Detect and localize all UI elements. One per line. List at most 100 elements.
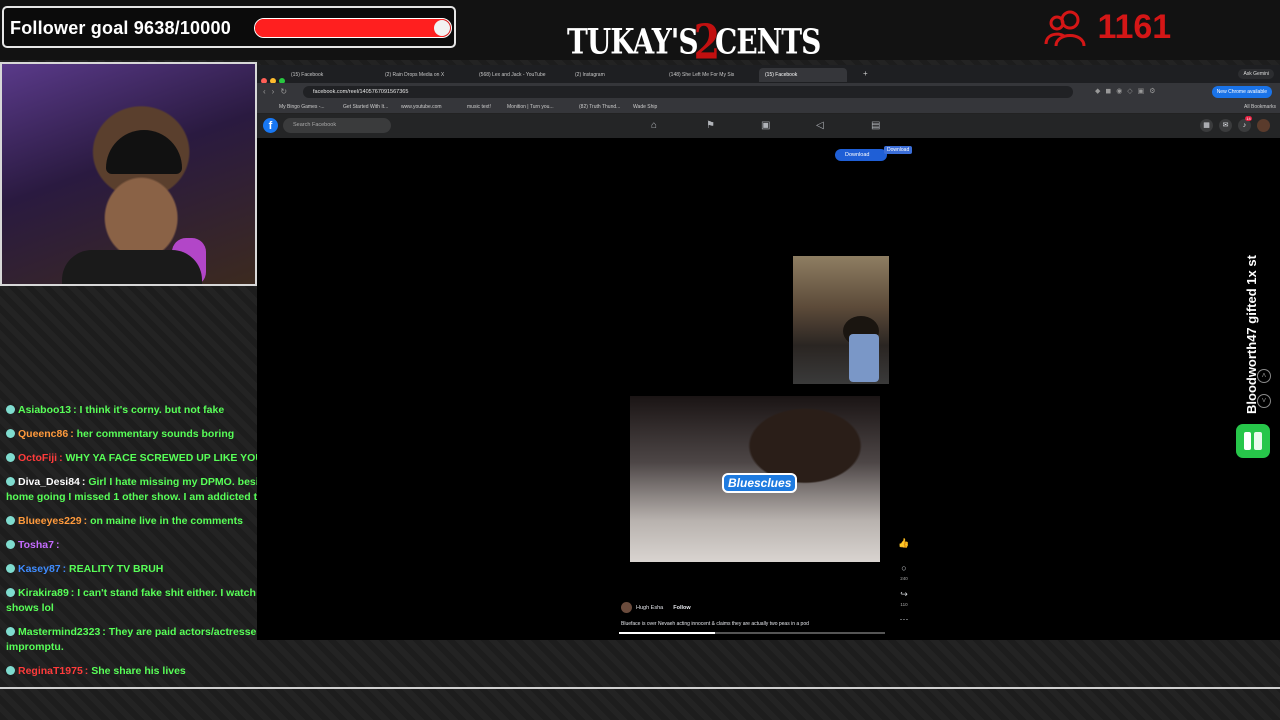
follower-goal-label: Follower goal 9638/10000: [10, 18, 231, 38]
profile-avatar[interactable]: [1257, 119, 1270, 132]
bookmark-item[interactable]: Wade Ship: [633, 104, 657, 110]
video-text-overlay: Bluesclues: [722, 473, 798, 493]
chat-username[interactable]: ReginaT1975: [18, 665, 83, 677]
like-icon[interactable]: 👍: [897, 538, 911, 549]
chat-badge-icon: [6, 429, 15, 438]
browser-tab[interactable]: (2) Instagram: [569, 68, 657, 82]
download-button[interactable]: Download: [835, 149, 887, 161]
new-tab-button[interactable]: +: [863, 69, 868, 78]
bookmarks-bar: All Bookmarks My Bingo Games -... Get Sta…: [257, 101, 1280, 114]
browser-tab[interactable]: (148) She Left Me For My Sis: [663, 68, 751, 82]
chat-badge-icon: [6, 540, 15, 549]
browser-tab[interactable]: (568) Lex and Jack - YouTube: [473, 68, 561, 82]
chat-message-text: She share his lives: [91, 665, 186, 677]
scroll-up-icon[interactable]: ˄: [1257, 369, 1271, 383]
chat-username[interactable]: Kirakira89: [18, 587, 69, 599]
chat-badge-icon: [6, 666, 15, 675]
nav-buttons[interactable]: ‹›↻: [263, 87, 293, 96]
chat-badge-icon: [6, 588, 15, 597]
browser-tab[interactable]: (2) Rain Drops Media on X: [379, 68, 467, 82]
chat-message-text: I think it's corny. but not fake: [79, 404, 225, 416]
logo-right-text: CENTS: [715, 20, 821, 63]
share-count: 110: [900, 602, 908, 607]
bookmark-item[interactable]: (82) Truth Thund...: [579, 104, 620, 110]
bookmark-item[interactable]: www.youtube.com: [401, 104, 442, 110]
chat-username[interactable]: Queenc86: [18, 428, 68, 440]
flag-icon[interactable]: ⚑: [706, 120, 715, 131]
notifications-count-badge: 14: [1245, 116, 1252, 121]
browser-tab[interactable]: (15) Facebook: [759, 68, 847, 82]
reel-progress-bar[interactable]: [619, 632, 885, 634]
chat-username[interactable]: Mastermind2323: [18, 626, 100, 638]
inset-phone: [849, 334, 879, 382]
bookmark-item[interactable]: My Bingo Games -...: [279, 104, 325, 110]
follow-button[interactable]: Follow: [673, 605, 690, 611]
logo-two-text: 2: [693, 13, 720, 70]
menu-grid-icon[interactable]: ▦: [1200, 119, 1213, 132]
home-icon[interactable]: ⌂: [651, 120, 657, 131]
chat-badge-icon: [6, 477, 15, 486]
new-chrome-available-button[interactable]: New Chrome available: [1211, 86, 1272, 98]
facebook-search-input[interactable]: Search Facebook: [283, 118, 391, 133]
chat-username[interactable]: Asiaboo13: [18, 404, 71, 416]
webcam-cap-shape: [106, 130, 182, 174]
browser-window: (15) Facebook (2) Rain Drops Media on X (5…: [257, 65, 1280, 640]
chat-badge-icon: [6, 516, 15, 525]
chat-message-text: REALITY TV BRUH: [69, 563, 164, 575]
reel-inset-video[interactable]: [793, 256, 889, 384]
chat-username[interactable]: Blueeyes229: [18, 515, 82, 527]
extension-icons[interactable]: ◆◼◉◇▣⚙: [1095, 87, 1161, 95]
bookmark-item[interactable]: Monition | Turn you...: [507, 104, 554, 110]
comment-icon[interactable]: ○: [897, 563, 911, 573]
gift-alert-text: Bloodworth47 gifted 1x st: [1244, 255, 1259, 414]
follower-goal-progress-fill: [255, 19, 444, 37]
stream-overlay: Follower goal 9638/10000 TUKAY'S2CENTS 1…: [0, 0, 1280, 720]
author-name[interactable]: Hugh Esha: [636, 605, 663, 611]
browser-tab-bar: (15) Facebook (2) Rain Drops Media on X (5…: [257, 65, 1280, 84]
scroll-down-icon[interactable]: ˅: [1257, 394, 1271, 408]
reel-main-video[interactable]: Bluesclues: [630, 396, 880, 562]
all-bookmarks-button[interactable]: All Bookmarks: [1244, 104, 1276, 110]
follower-goal-progress-bar: [254, 18, 452, 38]
channel-logo: TUKAY'S2CENTS: [567, 8, 821, 69]
facebook-logo-icon[interactable]: f: [263, 118, 278, 133]
more-options-icon[interactable]: ⋯: [897, 614, 911, 625]
reel-author: Hugh Esha Follow: [621, 602, 691, 613]
viewer-count-widget: 1161: [1044, 8, 1171, 48]
viewers-icon: [1044, 8, 1088, 48]
viewer-count: 1161: [1097, 8, 1172, 46]
download-chip[interactable]: Download: [884, 146, 913, 154]
chat-username[interactable]: Diva_Desi84: [18, 476, 80, 488]
video-icon[interactable]: ▣: [761, 120, 770, 131]
ask-gemini-button[interactable]: Ask Gemini: [1238, 69, 1274, 79]
green-widget-icon: [1236, 424, 1270, 458]
author-avatar[interactable]: [621, 602, 632, 613]
overlay-bottom-divider: [0, 687, 1280, 689]
chat-username[interactable]: Tosha7: [18, 539, 54, 551]
reel-caption: Blueface is over Nevaeh acting innocent …: [621, 621, 809, 627]
bookmark-item[interactable]: music text!: [467, 104, 491, 110]
megaphone-icon[interactable]: ◁: [816, 120, 824, 131]
chat-message-text: her commentary sounds boring: [76, 428, 235, 440]
browser-tab[interactable]: (15) Facebook: [285, 68, 373, 82]
facebook-top-nav: f Search Facebook ⌂ ⚑ ▣ ◁ ▤ ▦ ✉ ♪ 14: [257, 114, 1280, 138]
webcam-shirt-shape: [62, 250, 202, 284]
address-bar-row: ‹›↻ facebook.com/reel/1405767091567365 ◆…: [257, 83, 1280, 101]
chat-badge-icon: [6, 453, 15, 462]
chat-message: ReginaT1975: She share his lives: [6, 664, 376, 679]
url-input[interactable]: facebook.com/reel/1405767091567365: [303, 86, 1073, 98]
chat-separator: :: [55, 539, 60, 551]
logo-left-text: TUKAY'S: [567, 20, 699, 63]
messenger-icon[interactable]: ✉: [1219, 119, 1232, 132]
follower-goal-progress-knob: [434, 20, 450, 36]
chat-badge-icon: [6, 564, 15, 573]
bookmark-item[interactable]: Get Started With It...: [343, 104, 388, 110]
webcam-feed: [0, 62, 257, 286]
chat-badge-icon: [6, 405, 15, 414]
gaming-icon[interactable]: ▤: [871, 120, 880, 131]
chat-message-text: on maine live in the comments: [90, 515, 243, 527]
chat-username[interactable]: OctoFiji: [18, 452, 57, 464]
chat-username[interactable]: Kasey87: [18, 563, 61, 575]
share-icon[interactable]: ↪: [897, 589, 911, 600]
reel-progress-fill: [619, 632, 715, 634]
